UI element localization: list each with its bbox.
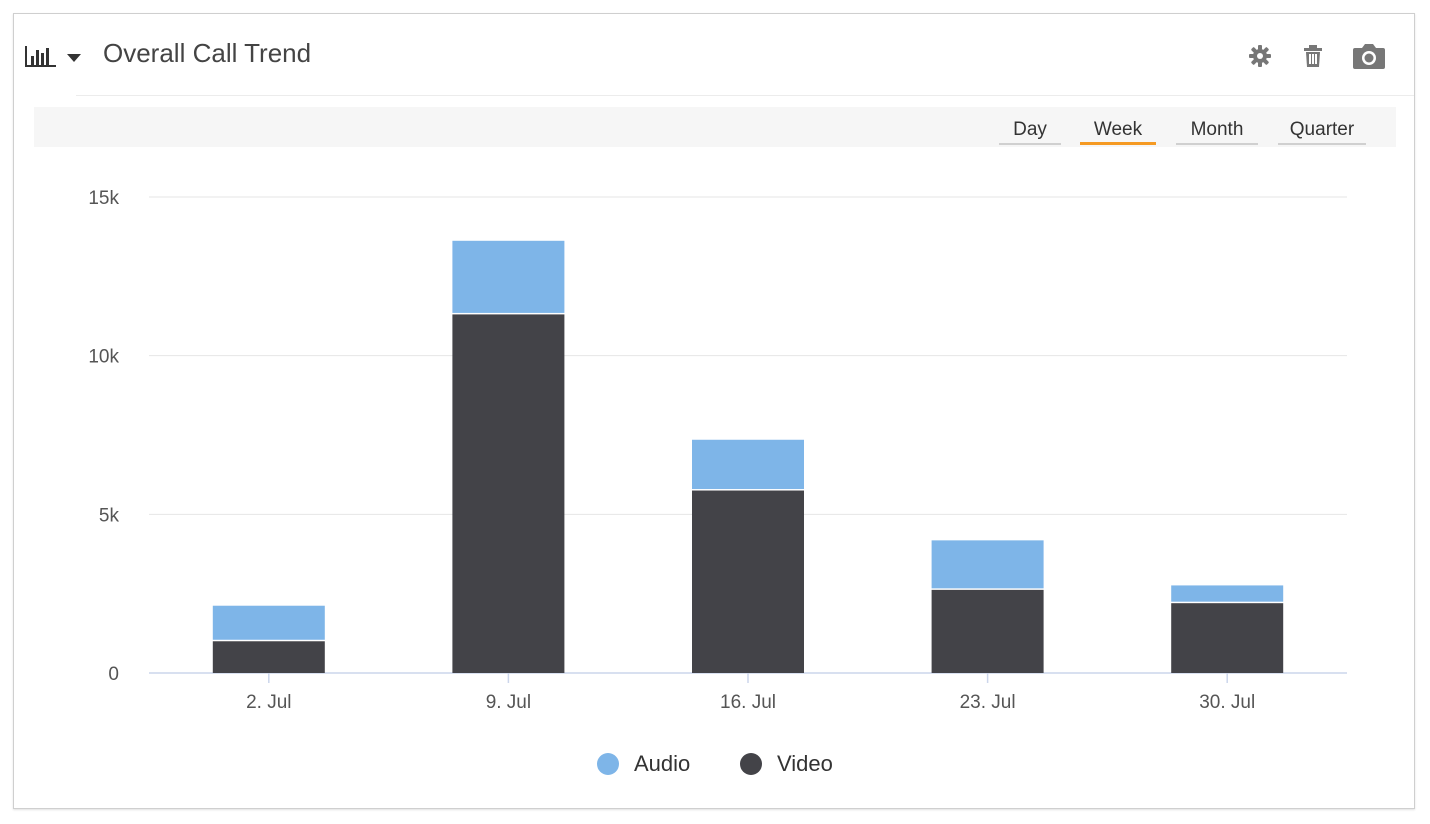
- legend-swatch-video: [740, 753, 762, 775]
- x-tick-label: 30. Jul: [1199, 692, 1255, 713]
- y-tick-label: 0: [108, 664, 119, 685]
- bar-chart: 0 5k 10k 15k 2. Jul 9. Jul 16. Jul 23. Jul 30. J…: [88, 188, 1347, 713]
- y-tick-label: 15k: [88, 188, 119, 209]
- chart-panel: Overall Call Trend Day Week Month Quarte…: [13, 13, 1415, 809]
- y-tick-label: 10k: [88, 347, 119, 368]
- legend-label: Video: [777, 751, 833, 776]
- legend-swatch-audio: [597, 753, 619, 775]
- x-tick-label: 2. Jul: [246, 692, 291, 713]
- x-tick-label: 23. Jul: [960, 692, 1016, 713]
- bar-video[interactable]: [1171, 603, 1284, 673]
- bar-audio[interactable]: [692, 439, 804, 490]
- bar-video[interactable]: [931, 589, 1044, 673]
- bar-video[interactable]: [212, 641, 325, 673]
- bar-video[interactable]: [452, 314, 565, 673]
- y-tick-label: 5k: [99, 505, 120, 526]
- bar-audio[interactable]: [452, 240, 565, 313]
- bar-audio[interactable]: [931, 540, 1044, 589]
- bar-audio[interactable]: [1171, 585, 1284, 602]
- legend-label: Audio: [634, 751, 691, 776]
- bar-video[interactable]: [692, 490, 804, 673]
- x-tick-label: 16. Jul: [720, 692, 776, 713]
- bar-audio[interactable]: [212, 605, 325, 640]
- x-tick-label: 9. Jul: [486, 692, 531, 713]
